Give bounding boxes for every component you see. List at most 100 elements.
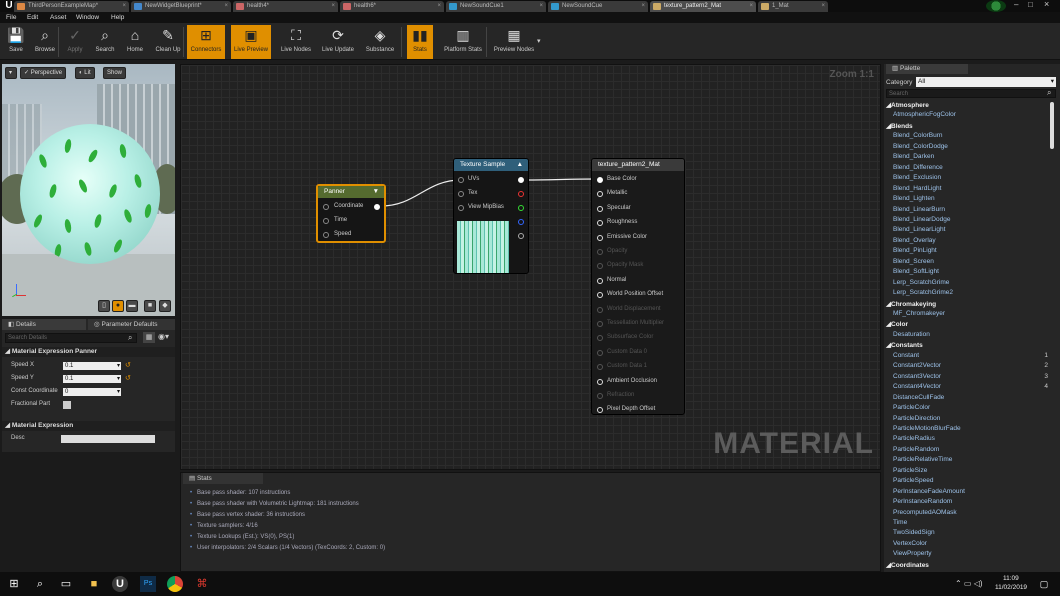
tab-palette[interactable]: ▥ Palette xyxy=(886,64,968,74)
palette-search-input[interactable]: Search xyxy=(886,89,1056,98)
photoshop-icon[interactable]: Ps xyxy=(140,576,156,592)
panner-node-header[interactable]: Panner ▼ xyxy=(318,186,384,198)
g-output-pin[interactable] xyxy=(518,205,524,211)
palette-category[interactable]: ◢Atmosphere xyxy=(886,101,929,109)
palette-item[interactable]: AtmosphericFogColor xyxy=(893,111,956,118)
document-tab[interactable]: health6* × xyxy=(340,1,444,12)
palette-item[interactable]: ParticleDirection xyxy=(893,415,940,422)
palette-item[interactable]: Blend_LinearBurn xyxy=(893,206,945,213)
palette-item[interactable]: Blend_Difference xyxy=(893,164,943,171)
document-tab[interactable]: NewWidgetBlueprint* × xyxy=(131,1,231,12)
search-icon[interactable]: ⌕ xyxy=(32,576,48,592)
panner-input-pin[interactable] xyxy=(323,204,329,210)
substance-button[interactable]: ◈ Substance xyxy=(362,25,398,59)
palette-item[interactable]: Lerp_ScratchGrime xyxy=(893,279,949,286)
tray-icons[interactable]: ⌃ ▭ ◁) xyxy=(955,579,983,588)
palette-item[interactable]: Blend_Darken xyxy=(893,153,934,160)
palette-item[interactable]: Constant xyxy=(893,352,919,359)
preview-plane-icon[interactable]: ▬ xyxy=(126,300,138,312)
detail-value-input[interactable]: 0 ▾ xyxy=(63,388,121,396)
account-badge-icon[interactable] xyxy=(986,0,1006,12)
palette-item[interactable]: Blend_ColorDodge xyxy=(893,143,948,150)
desc-input[interactable] xyxy=(61,435,155,443)
preview-teapot-icon[interactable]: ◆ xyxy=(159,300,171,312)
material-result-header[interactable]: texture_pattern2_Mat xyxy=(592,159,684,171)
tab-close-icon[interactable]: × xyxy=(821,1,825,12)
palette-item[interactable]: PrecomputedAOMask xyxy=(893,509,957,516)
detail-value-input[interactable]: 0.1 ▾ xyxy=(63,362,121,370)
clean-up-button[interactable]: ✎ Clean Up xyxy=(152,25,184,59)
palette-item[interactable]: Blend_ColorBurn xyxy=(893,132,943,139)
palette-item[interactable]: PerInstanceFadeAmount xyxy=(893,488,965,495)
viewport-options-button[interactable]: ▾ xyxy=(5,67,17,79)
panner-input-pin[interactable] xyxy=(323,218,329,224)
document-tab[interactable]: health4* × xyxy=(233,1,338,12)
texture-sample-node[interactable]: Texture Sample ▲ UVs Tex View MipBias xyxy=(453,158,529,274)
section-panner[interactable]: ◢ Material Expression Panner xyxy=(2,347,175,357)
preview-cube-icon[interactable]: ■ xyxy=(144,300,156,312)
palette-item[interactable]: Constant2Vector xyxy=(893,362,941,369)
palette-item[interactable]: DistanceCullFade xyxy=(893,394,944,401)
stats-button[interactable]: ▮▮ Stats xyxy=(407,25,433,59)
document-tab[interactable]: ThirdPersonExampleMap* × xyxy=(14,1,129,12)
detail-value-input[interactable]: 0.1 ▾ xyxy=(63,375,121,383)
palette-category[interactable]: ◢Color xyxy=(886,320,908,328)
palette-item[interactable]: Constant4Vector xyxy=(893,383,941,390)
chevron-up-icon[interactable]: ▲ xyxy=(517,159,523,171)
preview-cylinder-icon[interactable]: ▯ xyxy=(98,300,110,312)
palette-item[interactable]: MF_Chromakeyer xyxy=(893,310,945,317)
material-input-pin[interactable] xyxy=(597,191,603,198)
grid-view-icon[interactable]: ▦ xyxy=(143,332,155,343)
palette-item[interactable]: TwoSidedSign xyxy=(893,529,935,536)
document-tab[interactable]: NewSoundCue1 × xyxy=(446,1,546,12)
palette-item[interactable]: ParticleMotionBlurFade xyxy=(893,425,961,432)
palette-item[interactable]: ParticleSize xyxy=(893,467,927,474)
material-input-pin[interactable] xyxy=(597,220,603,227)
palette-item[interactable]: Time xyxy=(893,519,907,526)
minimize-button[interactable]: – xyxy=(1014,0,1018,9)
category-select[interactable]: All ▾ xyxy=(916,77,1056,87)
palette-item[interactable]: Blend_Exclusion xyxy=(893,174,941,181)
palette-category[interactable]: ◢Blends xyxy=(886,122,913,130)
home-button[interactable]: ⌂ Home xyxy=(123,25,147,59)
spinner-arrow-icon[interactable]: ▾ xyxy=(117,388,120,396)
save-button[interactable]: 💾 Save xyxy=(4,25,28,59)
fractional-part-checkbox[interactable] xyxy=(63,401,71,409)
menu-item[interactable]: Asset xyxy=(50,12,66,23)
tab-close-icon[interactable]: × xyxy=(749,1,753,12)
r-output-pin[interactable] xyxy=(518,191,524,197)
tab-stats[interactable]: ▤ Stats xyxy=(183,473,263,484)
chevron-down-icon[interactable]: ▼ xyxy=(373,186,379,198)
a-output-pin[interactable] xyxy=(518,233,524,239)
notifications-icon[interactable]: ▢ xyxy=(1036,576,1052,592)
palette-scrollbar[interactable] xyxy=(1050,102,1054,149)
palette-item[interactable]: Blend_Overlay xyxy=(893,237,936,244)
texture-sample-header[interactable]: Texture Sample ▲ xyxy=(454,159,528,171)
menu-item[interactable]: File xyxy=(6,12,16,23)
material-input-pin[interactable] xyxy=(597,378,603,385)
menu-item[interactable]: Help xyxy=(111,12,124,23)
wire-panner-to-uvs[interactable] xyxy=(380,179,462,207)
perspective-button[interactable]: ✓ Perspective xyxy=(20,67,67,79)
tab-close-icon[interactable]: × xyxy=(331,1,335,12)
browse-button[interactable]: ⌕ Browse xyxy=(32,25,58,59)
material-input-pin[interactable] xyxy=(597,407,603,414)
material-input-pin[interactable] xyxy=(597,292,603,299)
palette-category[interactable]: ◢Coordinates xyxy=(886,561,929,569)
tab-parameter-defaults[interactable]: ◎ Parameter Defaults xyxy=(88,319,175,330)
palette-item[interactable]: Desaturation xyxy=(893,331,930,338)
palette-item[interactable]: ParticleColor xyxy=(893,404,930,411)
palette-item[interactable]: Blend_Lighten xyxy=(893,195,935,202)
palette-item[interactable]: ParticleSpeed xyxy=(893,477,933,484)
palette-category[interactable]: ◢Chromakeying xyxy=(886,300,936,308)
windows-start-icon[interactable]: ⊞ xyxy=(6,576,22,592)
live-update-button[interactable]: ⟳ Live Update xyxy=(318,25,358,59)
tab-details[interactable]: ◧ Details xyxy=(2,319,86,330)
palette-item[interactable]: Constant3Vector xyxy=(893,373,941,380)
palette-item[interactable]: Blend_HardLight xyxy=(893,185,941,192)
palette-item[interactable]: VertexColor xyxy=(893,540,927,547)
menu-item[interactable]: Window xyxy=(76,12,99,23)
details-search-input[interactable]: Search Details xyxy=(5,333,137,343)
section-material-expression[interactable]: ◢ Material Expression xyxy=(2,421,175,431)
palette-item[interactable]: PerInstanceRandom xyxy=(893,498,952,505)
